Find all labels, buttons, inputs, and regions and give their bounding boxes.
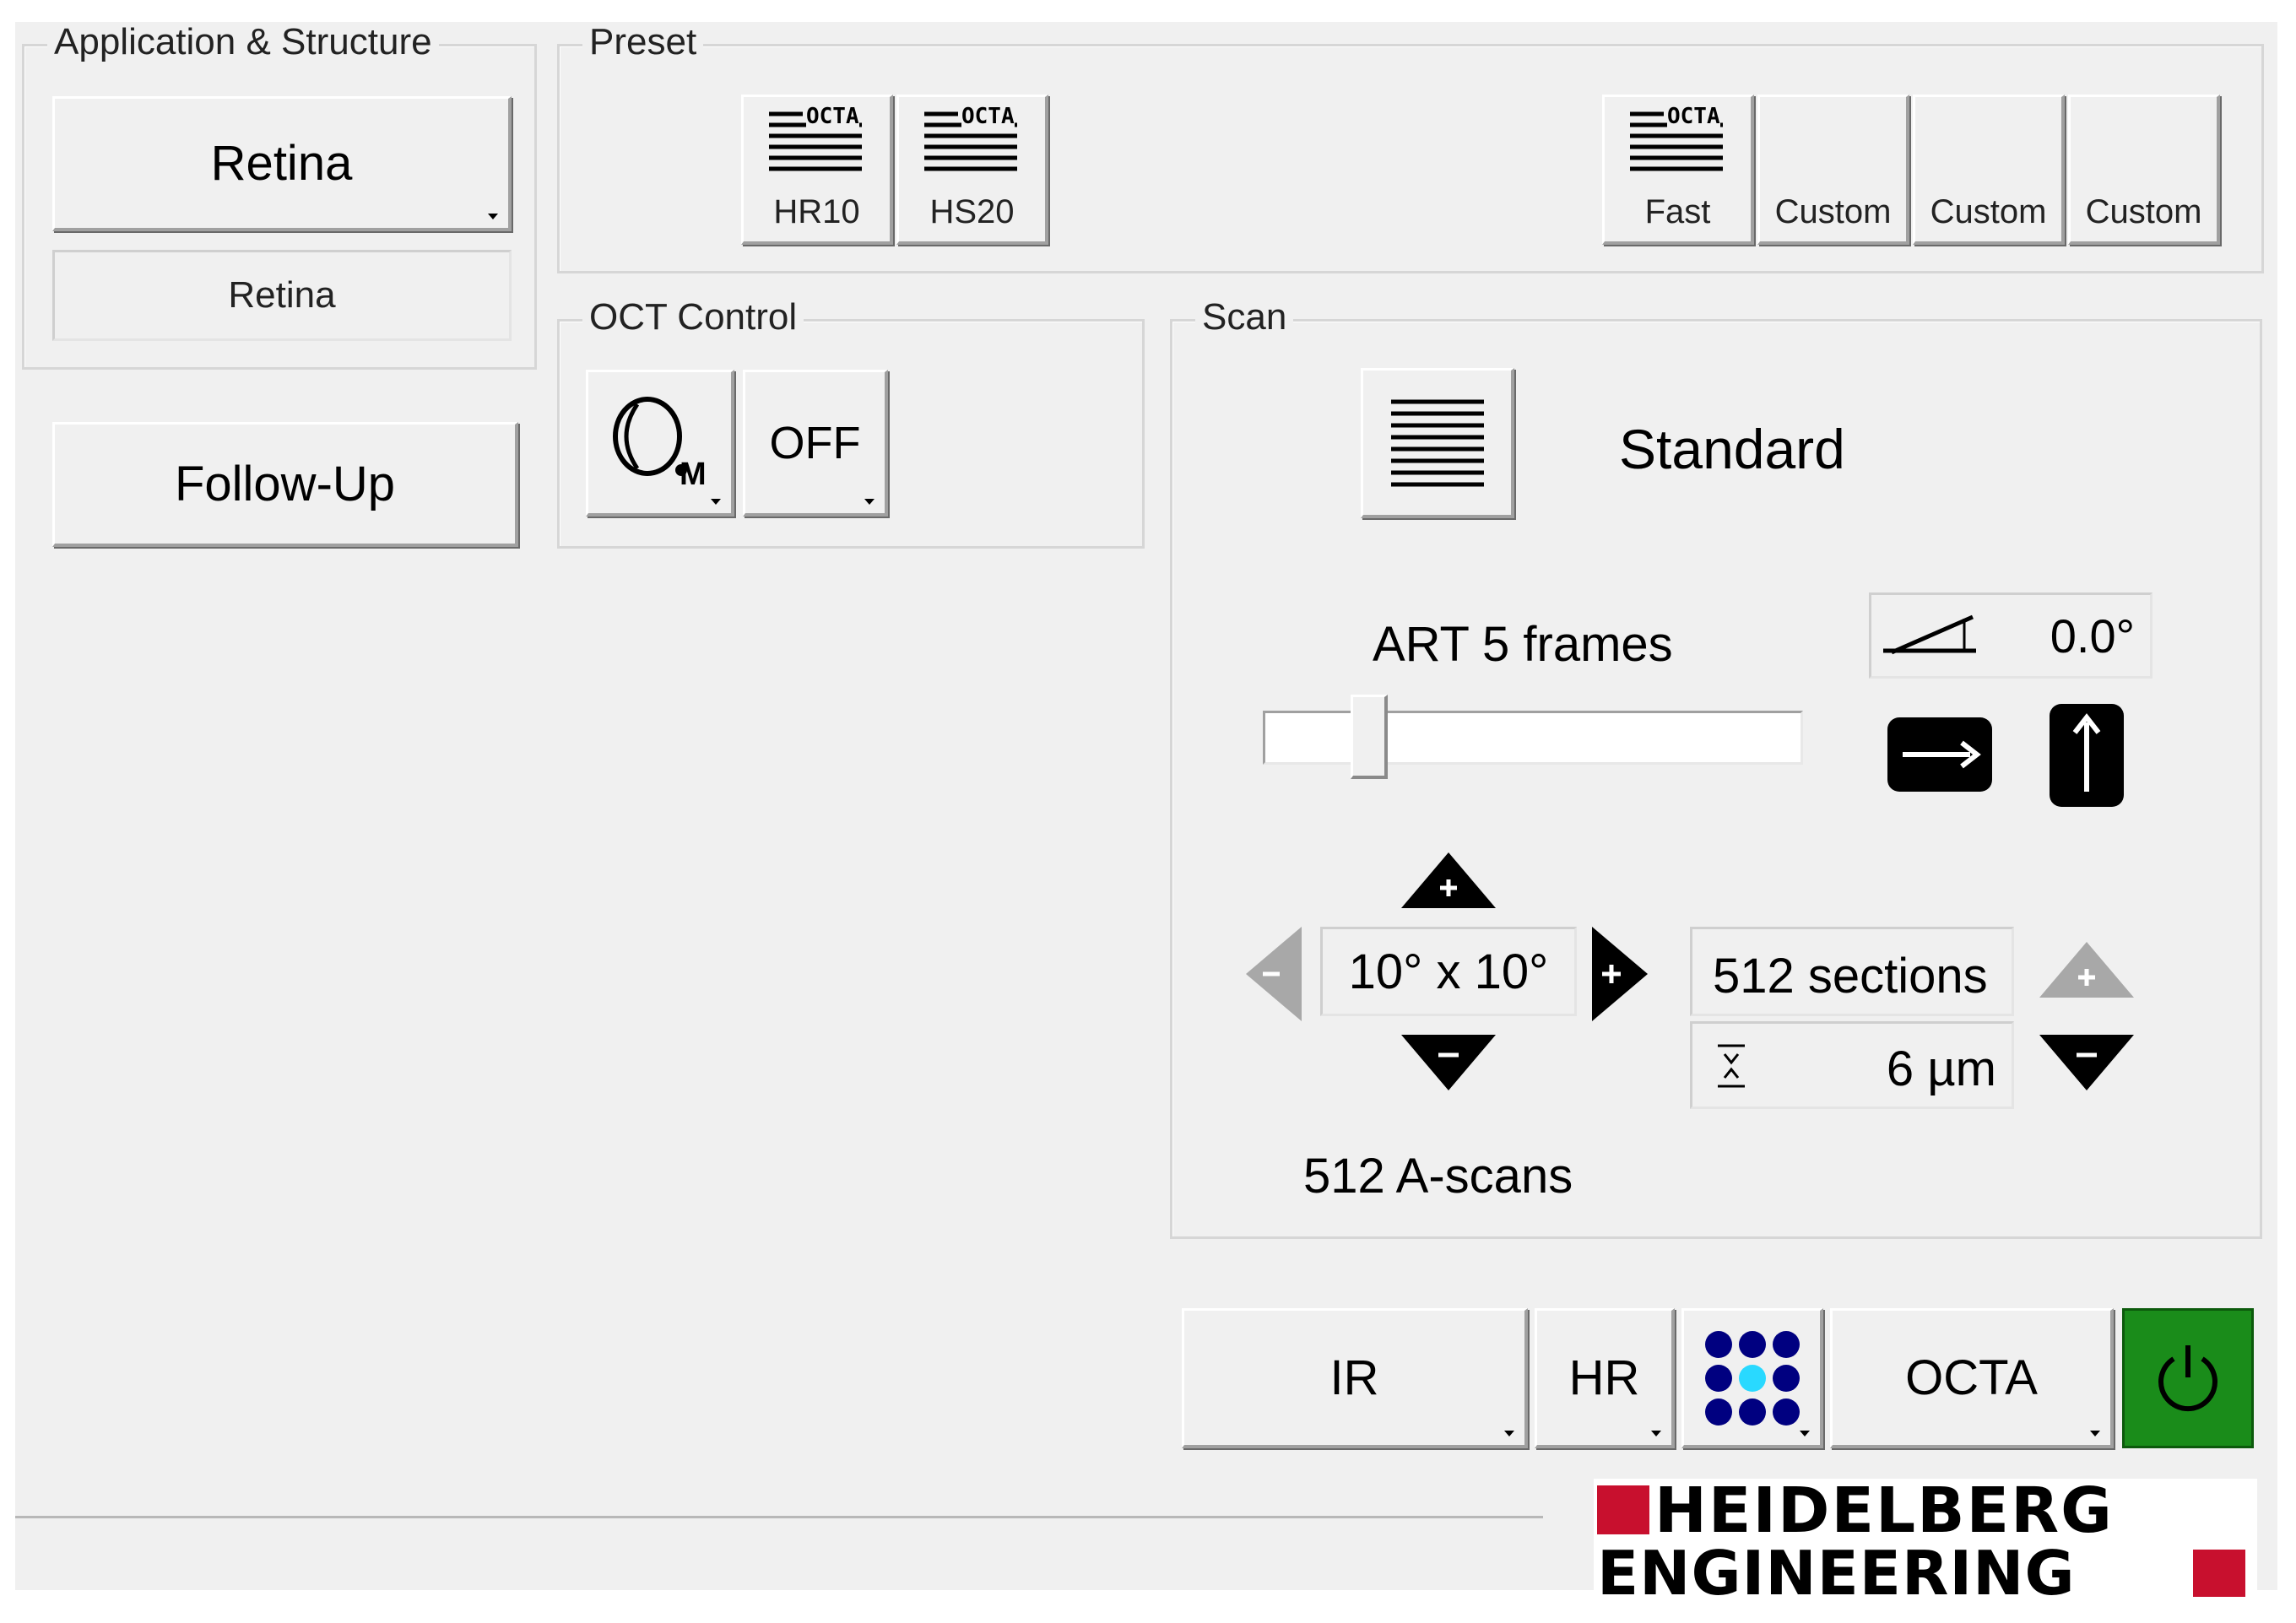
octa-badge: OCTA	[1667, 104, 1720, 129]
scan-size-field[interactable]: 10° x 10°	[1320, 927, 1577, 1016]
structure-field: Retina	[52, 250, 512, 341]
preset-label: Custom	[1930, 193, 2047, 230]
sections-decrease-icon[interactable]	[2039, 1035, 2134, 1090]
chevron-down-icon	[711, 499, 721, 505]
follow-up-button[interactable]: Follow-Up	[52, 422, 518, 547]
sections-field[interactable]: 512 sections	[1690, 927, 2014, 1016]
scan-size-value: 10° x 10°	[1348, 944, 1549, 999]
structure-value: Retina	[228, 274, 336, 316]
rotation-field[interactable]: 0.0°	[1869, 592, 2152, 679]
chevron-down-icon	[864, 499, 875, 505]
power-button[interactable]	[2122, 1308, 2254, 1448]
fixation-grid-icon	[1704, 1330, 1800, 1426]
preset-label: HS20	[929, 193, 1015, 230]
preset-button-0[interactable]: OCTA HR10	[741, 95, 893, 245]
preset-label: Custom	[1774, 193, 1892, 230]
preset-legend: Preset	[582, 22, 704, 62]
preset-button-4[interactable]: Custom	[1913, 95, 2065, 245]
eye-mode-button[interactable]: M	[586, 370, 734, 517]
octa-raster-icon: OCTA	[769, 104, 887, 175]
art-slider-track[interactable]	[1263, 695, 1803, 779]
preset-label: Fast	[1644, 193, 1711, 230]
eye-mode-badge: M	[680, 457, 707, 492]
logo-accent-square	[1597, 1485, 1649, 1534]
octa-mode-button[interactable]: OCTA	[1830, 1308, 2114, 1448]
art-frames-label: ART 5 frames	[1373, 617, 1673, 672]
scan-pattern-button[interactable]	[1361, 368, 1514, 518]
rotation-angle-icon	[1883, 614, 1976, 655]
oct-control-legend: OCT Control	[582, 297, 804, 338]
sections-increase-icon[interactable]	[2039, 942, 2134, 998]
scan-legend: Scan	[1195, 297, 1294, 338]
a-scans-label: 512 A-scans	[1303, 1149, 1573, 1204]
logo-accent-square	[2193, 1550, 2245, 1597]
fixation-button[interactable]	[1681, 1308, 1823, 1448]
chevron-down-icon	[1800, 1431, 1810, 1436]
logo-line-1: HEIDELBERG	[1654, 1474, 2114, 1547]
chevron-down-icon	[1651, 1431, 1661, 1436]
follow-up-label: Follow-Up	[174, 457, 396, 511]
preset-label: HR10	[773, 193, 860, 230]
arrow-up-icon	[2072, 713, 2101, 792]
scan-pattern-label: Standard	[1619, 418, 1845, 480]
power-icon	[2158, 1345, 2217, 1412]
ir-mode-button[interactable]: IR	[1182, 1308, 1528, 1448]
chevron-down-icon	[488, 214, 498, 219]
chevron-down-icon	[1504, 1431, 1514, 1436]
raster-scan-icon	[1390, 399, 1484, 486]
hr-mode-button[interactable]: HR	[1535, 1308, 1675, 1448]
rotation-value: 0.0°	[2050, 609, 2135, 663]
octa-raster-icon: OCTA	[1630, 104, 1748, 175]
preset-button-3[interactable]: Custom	[1757, 95, 1909, 245]
width-decrease-icon[interactable]	[1246, 927, 1302, 1021]
hr-mode-label: HR	[1568, 1350, 1640, 1405]
preset-button-1[interactable]: OCTA HS20	[896, 95, 1048, 245]
octa-badge: OCTA	[961, 104, 1015, 129]
oct-state-dropdown[interactable]: OFF	[743, 370, 888, 517]
preset-button-5[interactable]: Custom	[2068, 95, 2220, 245]
size-decrease-icon[interactable]	[1401, 1035, 1496, 1090]
oct-state-label: OFF	[769, 417, 861, 468]
octa-badge: OCTA	[806, 104, 859, 129]
status-bar	[15, 1516, 1543, 1590]
octa-mode-label: OCTA	[1905, 1350, 2038, 1405]
art-slider-thumb[interactable]	[1351, 695, 1388, 779]
heidelberg-logo: HEIDELBERG ENGINEERING	[1594, 1479, 2257, 1604]
spacing-field[interactable]: 6 µm	[1690, 1021, 2014, 1109]
size-increase-icon[interactable]	[1401, 852, 1496, 908]
ir-mode-label: IR	[1329, 1350, 1379, 1405]
application-structure-legend: Application & Structure	[47, 22, 439, 62]
octa-raster-icon: OCTA	[924, 104, 1042, 175]
sections-value: 512 sections	[1713, 949, 1988, 1004]
spacing-value: 6 µm	[1886, 1041, 1996, 1096]
preset-button-2[interactable]: OCTA Fast	[1602, 95, 1754, 245]
arrow-right-icon	[1903, 740, 1981, 769]
horizontal-scan-button[interactable]	[1887, 717, 1992, 792]
vertical-scan-button[interactable]	[2050, 704, 2124, 807]
section-spacing-icon	[1718, 1044, 1745, 1088]
width-increase-icon[interactable]	[1592, 927, 1648, 1021]
logo-line-2: ENGINEERING	[1597, 1538, 2076, 1609]
chevron-down-icon	[2090, 1431, 2100, 1436]
application-label: Retina	[210, 136, 353, 191]
application-dropdown[interactable]: Retina	[52, 96, 512, 231]
preset-label: Custom	[2085, 193, 2202, 230]
